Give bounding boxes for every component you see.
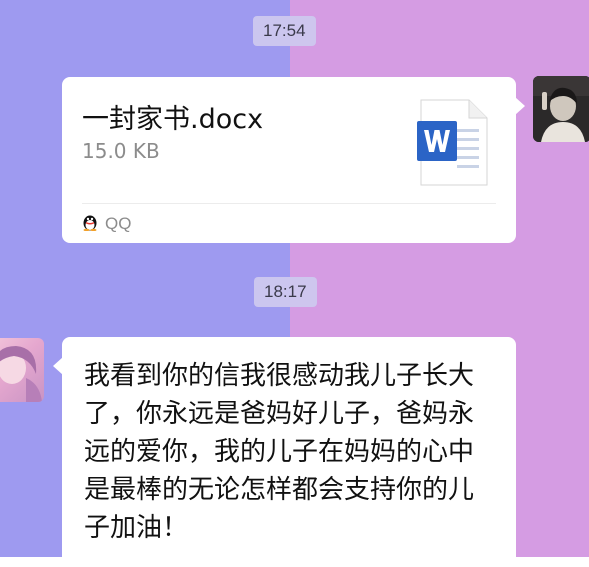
qq-penguin-icon xyxy=(82,213,98,235)
file-size: 15.0 KB xyxy=(82,139,160,163)
message-text-line: 子加油！ xyxy=(84,513,189,543)
file-message-bubble[interactable]: 一封家书.docx 15.0 KB QQ xyxy=(62,77,525,243)
timestamp: 17:54 xyxy=(253,16,316,46)
message-text-line: 我看到你的信我很感动我儿子长大 xyxy=(84,361,475,391)
card-divider xyxy=(82,203,496,204)
avatar[interactable] xyxy=(0,338,44,402)
avatar[interactable] xyxy=(533,76,589,142)
message-text-line: 了，你永远是爸妈好儿子，爸妈永 xyxy=(84,399,475,429)
text-message-bubble[interactable]: 我看到你的信我很感动我儿子长大 了，你永远是爸妈好儿子，爸妈永 远的爱你，我的儿… xyxy=(53,337,516,567)
file-name: 一封家书.docx xyxy=(82,104,264,135)
file-source-label: QQ xyxy=(105,214,132,233)
message-text-line: 远的爱你，我的儿子在妈妈的心中 xyxy=(84,437,475,467)
bubble-tail xyxy=(53,357,63,375)
timestamp: 18:17 xyxy=(254,277,317,307)
file-source: QQ xyxy=(82,212,131,236)
message-text-line: 是最棒的无论怎样都会支持你的儿 xyxy=(84,475,475,505)
bubble-tail xyxy=(515,97,525,115)
word-document-icon xyxy=(417,99,488,186)
